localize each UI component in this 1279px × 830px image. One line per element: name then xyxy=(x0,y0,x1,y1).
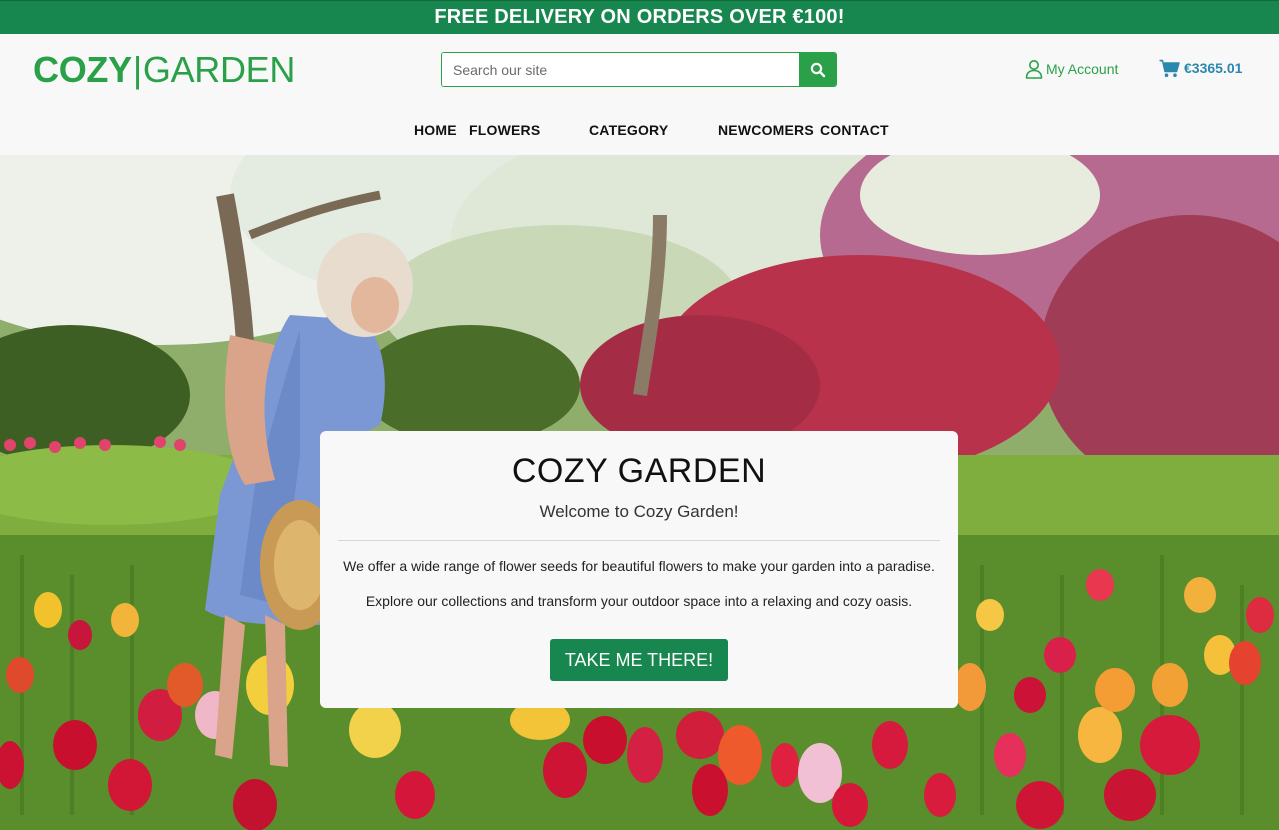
search-icon xyxy=(810,62,825,77)
search-input[interactable] xyxy=(442,53,799,86)
nav-contact[interactable]: CONTACT xyxy=(820,122,889,138)
promo-banner: FREE DELIVERY ON ORDERS OVER €100! xyxy=(0,0,1279,34)
search-form xyxy=(441,52,837,87)
logo-separator: | xyxy=(132,49,142,90)
cart-total: €3365.01 xyxy=(1184,60,1243,76)
take-me-there-button[interactable]: TAKE ME THERE! xyxy=(549,639,729,681)
logo-part-garden: GARDEN xyxy=(142,49,296,90)
nav-category[interactable]: CATEGORY xyxy=(589,122,668,138)
my-account-link[interactable]: My Account xyxy=(1025,59,1118,79)
main-nav: HOME FLOWERS CATEGORY NEWCOMERS CONTACT xyxy=(0,122,1279,142)
nav-newcomers[interactable]: NEWCOMERS xyxy=(718,122,814,138)
logo-part-cozy: COZY xyxy=(33,49,132,90)
nav-home[interactable]: HOME xyxy=(414,122,457,138)
user-icon xyxy=(1025,60,1043,79)
nav-flowers[interactable]: FLOWERS xyxy=(469,122,540,138)
cart-link[interactable]: €3365.01 xyxy=(1159,58,1242,78)
site-header: COZY|GARDEN My Account €3365.01 HOME FLO… xyxy=(0,34,1279,155)
site-logo[interactable]: COZY|GARDEN xyxy=(33,50,295,90)
hero-title: COZY GARDEN xyxy=(511,452,767,490)
welcome-card: COZY GARDEN Welcome to Cozy Garden! We o… xyxy=(320,431,958,708)
search-button[interactable] xyxy=(799,53,836,86)
my-account-label: My Account xyxy=(1046,61,1119,77)
hero-subtitle: Welcome to Cozy Garden! xyxy=(539,502,739,521)
card-divider xyxy=(338,540,940,541)
hero-paragraph-2: Explore our collections and transform yo… xyxy=(365,593,913,609)
cart-icon xyxy=(1159,59,1180,77)
hero-section: COZY GARDEN Welcome to Cozy Garden! We o… xyxy=(0,155,1279,830)
promo-text: FREE DELIVERY ON ORDERS OVER €100! xyxy=(434,6,845,28)
hero-paragraph-1: We offer a wide range of flower seeds fo… xyxy=(343,558,935,574)
